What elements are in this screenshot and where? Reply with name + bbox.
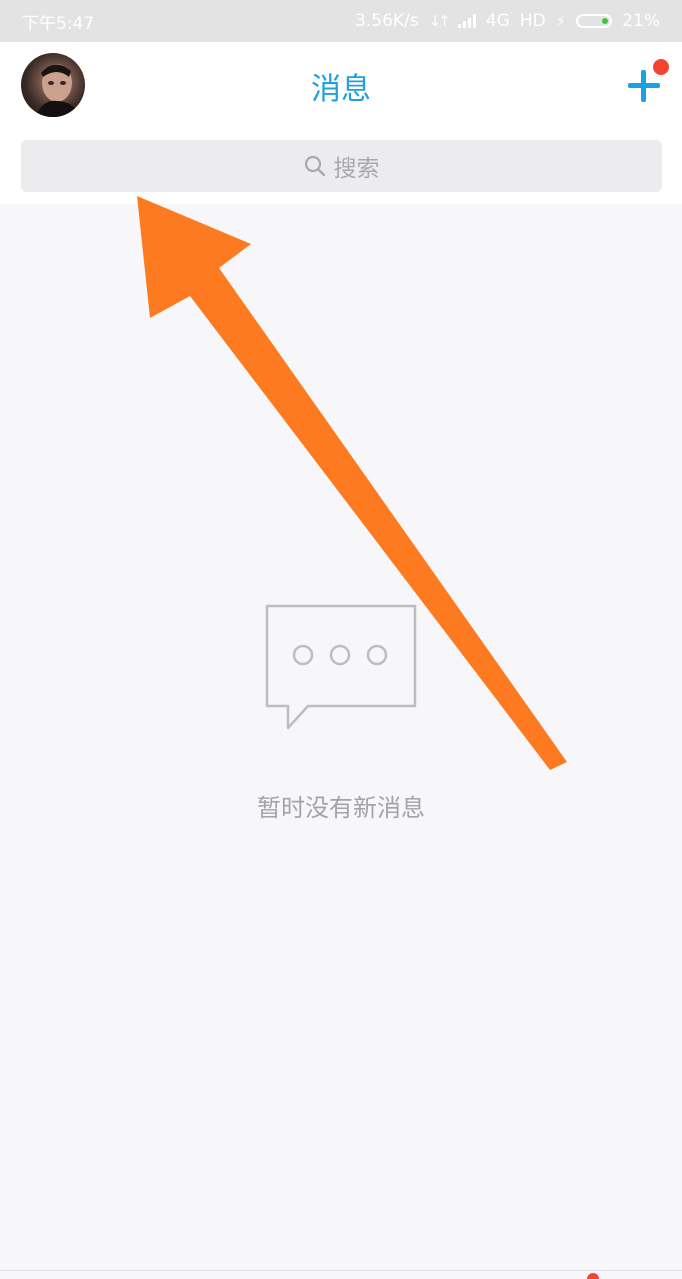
signal-icon	[457, 14, 476, 28]
search-input[interactable]: 搜索	[21, 140, 662, 192]
bottom-divider	[0, 1270, 682, 1271]
hd-indicator: HD	[519, 11, 546, 31]
chat-bubble-icon	[265, 604, 417, 730]
network-speed: 3.56K/s	[355, 11, 419, 31]
status-bar: 下午5:47 3.56K/s ↓↑ 4G HD ⚡ 21%	[0, 0, 682, 42]
charging-icon: ⚡	[555, 12, 567, 30]
notification-dot	[653, 59, 669, 75]
status-time: 下午5:47	[22, 13, 95, 34]
status-indicators: 3.56K/s ↓↑ 4G HD ⚡ 21%	[355, 11, 660, 31]
battery-percent: 21%	[622, 11, 660, 31]
page-title: 消息	[311, 72, 371, 107]
data-transfer-icon: ↓↑	[428, 12, 451, 30]
header: 消息 搜索	[0, 42, 682, 204]
battery-icon	[576, 14, 613, 28]
empty-message: 暂时没有新消息	[257, 794, 425, 822]
search-icon	[304, 155, 325, 177]
tab-notification-dot	[587, 1273, 599, 1279]
network-type: 4G	[485, 11, 510, 31]
plus-icon-stroke	[641, 70, 646, 102]
add-button[interactable]	[622, 59, 669, 108]
search-placeholder: 搜索	[333, 156, 380, 182]
